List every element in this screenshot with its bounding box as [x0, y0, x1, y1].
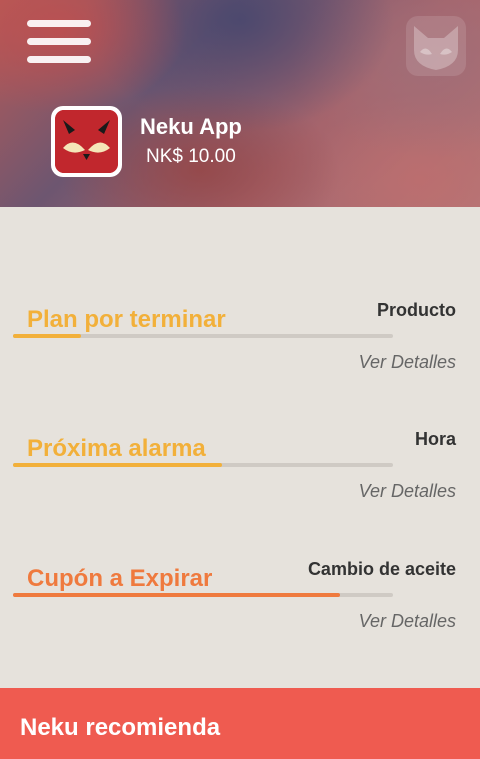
progress-track	[13, 334, 393, 338]
fox-logo-icon	[406, 16, 466, 76]
progress-fill	[13, 593, 340, 597]
section-title: Cupón a Expirar	[27, 565, 213, 592]
footer-title: Neku recomienda	[20, 714, 221, 741]
section-right-label: Cambio de aceite	[307, 559, 456, 579]
section-title: Próxima alarma	[27, 435, 206, 462]
menu-bar	[27, 20, 91, 27]
header-banner: Neku App NK$ 10.00	[0, 0, 480, 207]
section-title: Plan por terminar	[27, 306, 226, 333]
hamburger-menu-button[interactable]	[27, 20, 91, 64]
ver-detalles-link[interactable]: Ver Detalles	[359, 481, 456, 502]
progress-track	[13, 593, 393, 597]
recommendation-bar[interactable]: Neku recomienda	[0, 688, 480, 759]
section-plan: Plan por terminar Producto Ver Detalles	[0, 300, 480, 386]
fox-app-icon	[55, 110, 118, 173]
app-price: NK$ 10.00	[146, 146, 236, 167]
menu-bar	[27, 56, 91, 63]
progress-fill	[13, 334, 82, 338]
section-alarma: Próxima alarma Hora Ver Detalles	[0, 429, 480, 515]
ver-detalles-link[interactable]: Ver Detalles	[359, 611, 456, 632]
section-cupon: Cupón a Expirar Cambio de aceite Ver Det…	[0, 559, 480, 645]
section-right-label: Producto	[377, 300, 456, 320]
app-name: Neku App	[140, 114, 242, 139]
progress-track	[13, 463, 393, 467]
ver-detalles-link[interactable]: Ver Detalles	[359, 352, 456, 373]
progress-fill	[13, 463, 222, 467]
section-right-label: Hora	[414, 429, 456, 449]
menu-bar	[27, 38, 91, 45]
app-icon[interactable]	[51, 106, 122, 177]
